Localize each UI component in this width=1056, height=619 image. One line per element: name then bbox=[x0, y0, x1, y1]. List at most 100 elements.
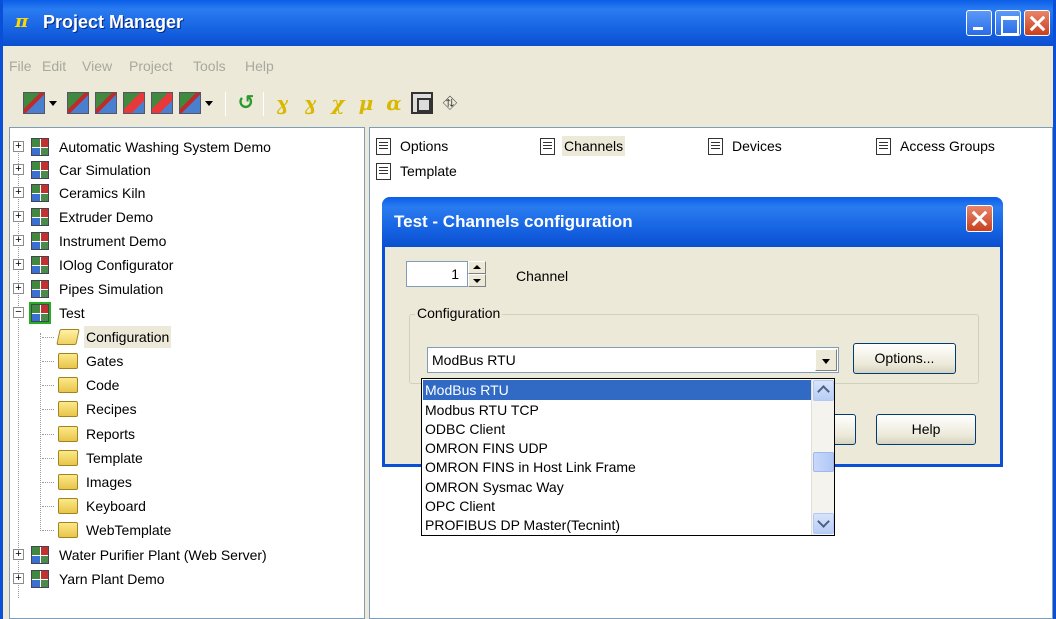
item-options[interactable]: Options bbox=[376, 136, 526, 156]
spin-down-arrow-icon[interactable] bbox=[468, 274, 486, 287]
scrollbar-thumb[interactable] bbox=[813, 452, 834, 472]
help-button[interactable]: Help bbox=[876, 414, 976, 445]
project-copy-icon[interactable] bbox=[179, 92, 201, 114]
project-icon bbox=[31, 208, 49, 226]
tree-item-label: Keyboard bbox=[86, 498, 146, 514]
alpha-tool-icon[interactable]: α bbox=[383, 92, 405, 114]
spin-up-arrow-icon[interactable] bbox=[468, 261, 486, 274]
configuration-group-label: Configuration bbox=[415, 305, 503, 321]
tree-item-label: Car Simulation bbox=[59, 162, 151, 178]
tree-item-code[interactable]: Code bbox=[42, 374, 342, 397]
dropdown-option[interactable]: ModBus RTU bbox=[423, 380, 811, 400]
tree-item-label: Code bbox=[86, 377, 120, 393]
item-label: Devices bbox=[732, 138, 782, 154]
item-template[interactable]: Template bbox=[376, 161, 526, 181]
dialog-title-bar[interactable]: Test - Channels configuration bbox=[382, 197, 1003, 247]
project-icon bbox=[31, 570, 49, 588]
menu-project[interactable]: Project bbox=[129, 58, 173, 74]
project-rename-icon[interactable] bbox=[151, 92, 173, 114]
dropdown-option[interactable]: OMRON Sysmac Way bbox=[423, 477, 811, 497]
folder-icon bbox=[58, 522, 78, 538]
item-channels[interactable]: Channels bbox=[540, 136, 690, 156]
channel-number-input[interactable]: 1 bbox=[406, 261, 468, 287]
tree-item-recipes[interactable]: Recipes bbox=[42, 398, 342, 421]
item-access-groups[interactable]: Access Groups bbox=[876, 136, 1046, 156]
tree-line bbox=[42, 361, 54, 362]
pi-icon: π bbox=[15, 11, 29, 32]
tree-line bbox=[42, 506, 54, 507]
gamma-run-icon[interactable]: ɣ bbox=[299, 92, 321, 114]
title-bar[interactable]: π Project Manager bbox=[3, 0, 1053, 46]
expand-icon[interactable]: + bbox=[13, 573, 24, 584]
project-icon bbox=[31, 184, 49, 202]
tree-line bbox=[42, 409, 54, 410]
expand-icon[interactable]: + bbox=[13, 283, 24, 294]
chi-tool-icon[interactable]: χ bbox=[327, 92, 349, 114]
tree-item-reports[interactable]: Reports bbox=[42, 423, 342, 446]
tree-line bbox=[40, 333, 41, 531]
network-tool-icon[interactable]: ⛗ bbox=[439, 92, 461, 114]
maximize-button[interactable] bbox=[995, 10, 1021, 36]
options-button[interactable]: Options... bbox=[853, 343, 956, 374]
menu-tools[interactable]: Tools bbox=[193, 58, 226, 74]
protocol-combobox-value: ModBus RTU bbox=[432, 352, 516, 368]
expand-icon[interactable]: + bbox=[13, 549, 24, 560]
tree-item-gates[interactable]: Gates bbox=[42, 350, 342, 373]
item-label: Access Groups bbox=[900, 138, 995, 154]
dropdown-option[interactable]: ODBC Client bbox=[423, 419, 811, 439]
menu-edit[interactable]: Edit bbox=[42, 58, 66, 74]
expand-icon[interactable]: + bbox=[13, 164, 24, 175]
tree-item-label: Images bbox=[86, 474, 132, 490]
dropdown-option[interactable]: Modbus RTU TCP bbox=[423, 400, 811, 420]
project-open-icon[interactable] bbox=[95, 92, 117, 114]
window-tool-icon[interactable] bbox=[411, 92, 433, 114]
tree-item-label: IOlog Configurator bbox=[59, 257, 174, 273]
chevron-down-icon[interactable] bbox=[815, 349, 837, 371]
tree-item-template[interactable]: Template bbox=[42, 447, 342, 470]
item-devices[interactable]: Devices bbox=[708, 136, 858, 156]
new-project-dropdown-icon[interactable] bbox=[48, 92, 58, 114]
dropdown-option[interactable]: OMRON FINS in Host Link Frame bbox=[423, 457, 811, 477]
scroll-down-arrow-icon[interactable] bbox=[813, 513, 834, 534]
expand-icon[interactable]: + bbox=[13, 187, 24, 198]
tree-line bbox=[42, 434, 54, 435]
protocol-dropdown-list[interactable]: ModBus RTU Modbus RTU TCP ODBC Client OM… bbox=[421, 378, 835, 536]
scroll-up-arrow-icon[interactable] bbox=[813, 380, 834, 401]
tree-item-keyboard[interactable]: Keyboard bbox=[42, 495, 342, 518]
minimize-button[interactable] bbox=[966, 10, 992, 36]
close-button[interactable] bbox=[1024, 10, 1050, 36]
expand-icon[interactable]: + bbox=[13, 211, 24, 222]
tree-item-label: Reports bbox=[86, 426, 136, 442]
mu-tool-icon[interactable]: μ bbox=[355, 92, 377, 114]
expand-icon[interactable]: + bbox=[13, 141, 24, 152]
project-tree[interactable]: + Automatic Washing System Demo + Car Si… bbox=[9, 127, 365, 619]
tree-item-webtemplate[interactable]: WebTemplate bbox=[42, 519, 342, 542]
expand-icon[interactable]: + bbox=[13, 259, 24, 270]
project-delete-icon[interactable] bbox=[123, 92, 145, 114]
item-label: Template bbox=[400, 163, 457, 179]
tree-item-label: Extruder Demo bbox=[59, 209, 154, 225]
tree-item-configuration[interactable]: Configuration bbox=[42, 326, 342, 349]
menu-help[interactable]: Help bbox=[245, 58, 274, 74]
refresh-icon[interactable]: ↺ bbox=[235, 92, 257, 114]
expand-icon[interactable]: + bbox=[13, 235, 24, 246]
dialog-title: Test - Channels configuration bbox=[394, 212, 633, 231]
tree-line bbox=[42, 385, 54, 386]
dialog-close-button[interactable] bbox=[966, 205, 993, 232]
menu-view[interactable]: View bbox=[82, 58, 112, 74]
protocol-combobox[interactable]: ModBus RTU bbox=[427, 347, 839, 373]
gamma-tool-icon[interactable]: ɣ bbox=[271, 92, 293, 114]
collapse-icon[interactable]: − bbox=[13, 307, 24, 318]
dropdown-option[interactable]: OPC Client bbox=[423, 496, 811, 516]
dropdown-option[interactable]: OMRON FINS UDP bbox=[423, 438, 811, 458]
tree-item-images[interactable]: Images bbox=[42, 471, 342, 494]
dropdown-scrollbar[interactable] bbox=[811, 379, 834, 535]
menu-bar: File Edit View Project Tools Help bbox=[3, 52, 1053, 78]
folder-icon bbox=[58, 474, 78, 490]
project-copy-dropdown-icon[interactable] bbox=[204, 92, 214, 114]
new-project-icon[interactable] bbox=[23, 92, 45, 114]
dropdown-option[interactable]: PROFIBUS DP Master(Tecnint) bbox=[423, 515, 811, 535]
menu-file[interactable]: File bbox=[9, 58, 32, 74]
folder-icon bbox=[58, 353, 78, 369]
project-icon[interactable] bbox=[67, 92, 89, 114]
